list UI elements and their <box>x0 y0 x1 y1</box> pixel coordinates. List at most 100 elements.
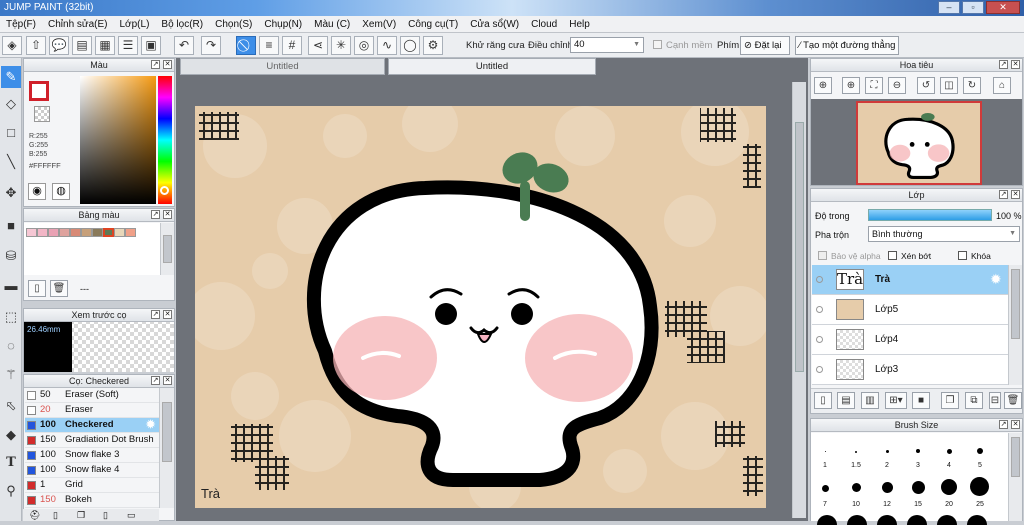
size-dot[interactable] <box>822 485 829 492</box>
lock-checkbox[interactable] <box>958 251 967 260</box>
palette-swatch[interactable] <box>125 228 136 237</box>
layer-row[interactable]: Lớp3 <box>812 355 1008 385</box>
adjust-input[interactable]: 40 ▼ <box>570 37 644 53</box>
maximize-button[interactable]: ▫ <box>962 1 984 14</box>
navigator-view[interactable] <box>811 99 1022 185</box>
hue-slider[interactable] <box>158 76 172 204</box>
undo-icon[interactable]: ↶ <box>174 36 194 55</box>
settings-icon[interactable]: ⚙ <box>423 36 443 55</box>
export-icon[interactable]: ⇧ <box>26 36 46 55</box>
size-dot[interactable] <box>852 483 861 492</box>
gear-icon[interactable]: ✹ <box>146 418 155 432</box>
palette-swatch[interactable] <box>81 228 92 237</box>
hue-handle[interactable] <box>160 186 169 195</box>
menu-edit[interactable]: Chỉnh sửa(E) <box>42 16 114 33</box>
zoom-actual-icon[interactable]: ⛶ <box>865 77 883 94</box>
new-text-layer-icon[interactable]: ▥ <box>861 392 879 409</box>
size-dot[interactable] <box>847 515 867 525</box>
tab-untitled-1[interactable]: Untitled <box>180 58 385 75</box>
text-tool-icon[interactable]: T <box>1 452 21 474</box>
saturation-value-picker[interactable] <box>80 76 156 204</box>
undock-icon[interactable]: ↗ <box>151 210 160 219</box>
layer-row[interactable]: Trà Trà ✹ <box>812 265 1008 295</box>
drawing-canvas[interactable]: Trà <box>195 106 766 508</box>
undock-icon[interactable]: ↗ <box>151 376 160 385</box>
vanishing-point-icon[interactable]: ⋖ <box>308 36 328 55</box>
palette-swatch[interactable] <box>92 228 103 237</box>
curve-icon[interactable]: ∿ <box>377 36 397 55</box>
lasso-icon[interactable]: ◌ <box>1 335 21 357</box>
menu-filter[interactable]: Bộ lọc(R) <box>155 16 209 33</box>
menu-color[interactable]: Màu (C) <box>308 16 356 33</box>
paste-brush-icon[interactable]: ▯ <box>103 510 108 521</box>
brush-item[interactable]: 150 Bokeh <box>25 493 159 508</box>
close-icon[interactable]: ✕ <box>1011 420 1020 429</box>
edge-checkbox[interactable] <box>653 40 662 49</box>
new-brush-icon[interactable]: ▯ <box>53 510 58 521</box>
brush-scrollbar[interactable] <box>159 388 174 508</box>
layer-scrollbar[interactable] <box>1008 265 1022 385</box>
redo-icon[interactable]: ↷ <box>201 36 221 55</box>
list-icon[interactable]: ☰ <box>118 36 138 55</box>
size-dot[interactable] <box>817 515 837 525</box>
visibility-icon[interactable] <box>816 306 823 313</box>
menu-layer[interactable]: Lớp(L) <box>114 16 156 33</box>
undock-icon[interactable]: ↗ <box>999 190 1008 199</box>
visibility-icon[interactable] <box>816 336 823 343</box>
selection-eraser-icon[interactable]: ◆ <box>1 424 21 446</box>
size-dot[interactable] <box>947 449 952 454</box>
size-dot[interactable] <box>825 451 826 452</box>
menu-window[interactable]: Cửa sổ(W) <box>464 16 525 33</box>
color-set-icon[interactable]: ◍ <box>52 183 70 200</box>
zoom-fit-icon[interactable]: ⊕ <box>814 77 832 94</box>
menu-cloud[interactable]: Cloud <box>525 16 563 33</box>
eraser-tool-icon[interactable]: ◇ <box>1 93 21 115</box>
duplicate-layer-icon[interactable]: ❐ <box>941 392 959 409</box>
background-color[interactable] <box>34 106 50 122</box>
layer-row[interactable]: Lớp5 <box>812 295 1008 325</box>
zoom-in-icon[interactable]: ⊕ <box>842 77 860 94</box>
document-icon[interactable]: ▦ <box>95 36 115 55</box>
brush-item[interactable]: 100 Snow flake 3 <box>25 448 159 463</box>
zoom-out-icon[interactable]: ⊖ <box>888 77 906 94</box>
merge-down-icon[interactable]: ⧉ <box>965 392 983 409</box>
concentric-icon[interactable]: ◎ <box>354 36 374 55</box>
palette-icon[interactable]: ◉ <box>28 183 46 200</box>
palette-swatch[interactable] <box>70 228 81 237</box>
rotate-right-icon[interactable]: ↻ <box>963 77 981 94</box>
grid-icon[interactable]: ▣ <box>141 36 161 55</box>
note-icon[interactable]: ▤ <box>72 36 92 55</box>
size-dot[interactable] <box>855 451 857 453</box>
trash-icon[interactable]: 🗑 <box>1004 392 1022 409</box>
folder-icon[interactable]: ▭ <box>127 510 136 521</box>
parallel-lines-icon[interactable]: ≡ <box>259 36 279 55</box>
visibility-icon[interactable] <box>816 366 823 373</box>
foreground-color[interactable] <box>29 81 49 101</box>
close-icon[interactable]: ✕ <box>1011 190 1020 199</box>
eyedropper-icon[interactable]: ⚲ <box>1 480 21 502</box>
straight-line-button[interactable]: ⁄ Tạo một đường thẳng <box>795 36 899 55</box>
add-layer-menu-icon[interactable]: ⊞▾ <box>885 392 907 409</box>
marquee-icon[interactable]: ⬚ <box>1 306 21 328</box>
menu-capture[interactable]: Chụp(N) <box>258 16 308 33</box>
reset-button[interactable]: ⊘ Đặt lại <box>740 36 790 55</box>
flip-icon[interactable]: ◫ <box>940 77 958 94</box>
new-palette-icon[interactable]: ▯ <box>28 280 46 297</box>
brush-item[interactable]: 150 Gradiation Dot Brush <box>25 433 159 448</box>
move-tool-icon[interactable]: ✥ <box>1 182 21 204</box>
palette-swatch[interactable] <box>26 228 37 237</box>
close-icon[interactable]: ✕ <box>163 376 172 385</box>
undock-icon[interactable]: ↗ <box>151 60 160 69</box>
close-icon[interactable]: ✕ <box>163 60 172 69</box>
size-dot[interactable] <box>937 515 957 525</box>
size-dot[interactable] <box>967 515 987 525</box>
palette-scrollbar[interactable] <box>160 223 174 275</box>
clear-layer-icon[interactable]: ⊟ <box>989 392 1001 409</box>
visibility-icon[interactable] <box>816 276 823 283</box>
brush-item[interactable]: 50 Eraser (Soft) <box>25 388 159 403</box>
ellipse-icon[interactable]: ◯ <box>400 36 420 55</box>
size-dot[interactable] <box>912 481 925 494</box>
palette-swatch[interactable] <box>48 228 59 237</box>
protect-alpha-checkbox[interactable] <box>818 251 827 260</box>
size-dot[interactable] <box>941 479 957 495</box>
